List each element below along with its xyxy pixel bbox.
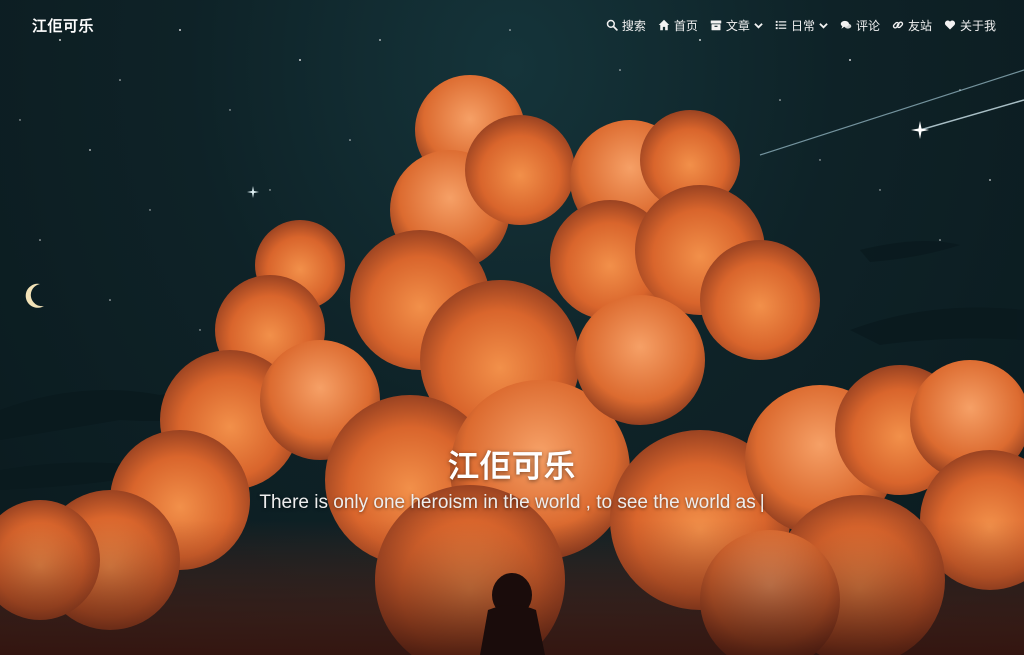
hero-subtitle: There is only one heroism in the world ,…	[0, 492, 1024, 514]
list-icon	[775, 20, 787, 30]
typing-cursor: |	[759, 492, 765, 513]
nav-about[interactable]: 关于我	[944, 17, 996, 34]
nav-home-label: 首页	[673, 18, 698, 33]
nav-articles[interactable]: 文章	[710, 17, 763, 34]
nav-search[interactable]: 搜索	[606, 17, 646, 34]
main-nav: 搜索 首页 文章 日常 评论 友站 关于我	[606, 17, 996, 34]
nav-daily-label: 日常	[790, 18, 815, 33]
nav-daily[interactable]: 日常	[775, 17, 828, 34]
heart-icon	[944, 20, 956, 30]
background-illustration	[0, 29, 1024, 655]
crescent-moon	[25, 283, 44, 308]
chevron-down-icon	[754, 22, 763, 29]
comments-icon	[840, 20, 852, 29]
typed-text: There is only one heroism in the world ,…	[259, 492, 756, 513]
nav-friends[interactable]: 友站	[892, 17, 932, 34]
nav-articles-label: 文章	[725, 18, 750, 33]
nav-friends-label: 友站	[907, 18, 932, 33]
chevron-down-icon	[819, 22, 828, 29]
link-icon	[892, 21, 904, 29]
search-icon	[606, 19, 618, 31]
nav-search-label: 搜索	[621, 18, 646, 33]
nav-comments[interactable]: 评论	[840, 17, 880, 34]
nav-comments-label: 评论	[855, 18, 880, 33]
archive-box-icon	[710, 20, 722, 31]
hero-title: 江佢可乐	[448, 449, 576, 485]
top-navbar: 江佢可乐 搜索 首页 文章 日常 评论 友站 关于我	[0, 0, 1024, 50]
site-logo-link[interactable]: 江佢可乐	[32, 15, 94, 36]
home-icon	[658, 19, 670, 31]
hero-banner: 江佢可乐 搜索 首页 文章 日常 评论 友站 关于我 江佢可乐 There is…	[0, 0, 1024, 655]
nav-home[interactable]: 首页	[658, 17, 698, 34]
bright-star	[911, 121, 929, 139]
nav-about-label: 关于我	[959, 18, 996, 33]
